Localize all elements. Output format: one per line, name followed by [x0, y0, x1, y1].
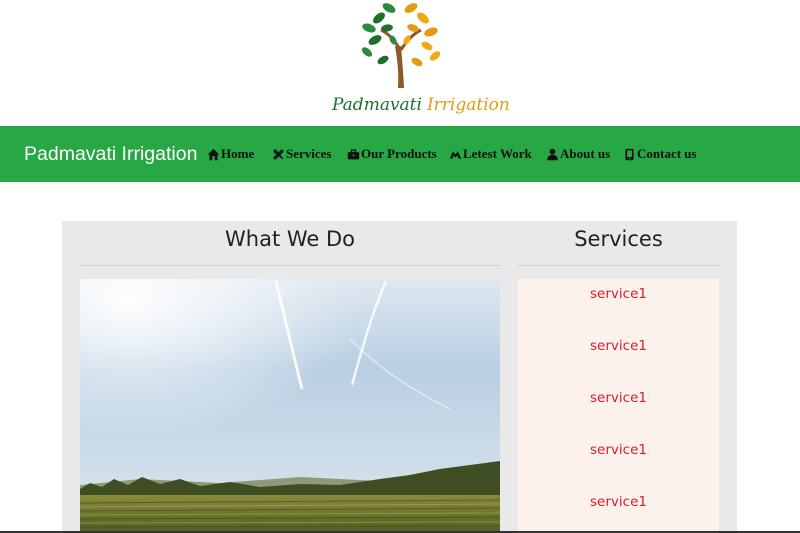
logo-word-padmavati: Padmavati [332, 95, 422, 115]
handshake-icon [449, 150, 462, 159]
nav-item-our-products-label: Our Products [361, 146, 437, 161]
service-link-2[interactable]: service1 [518, 336, 719, 356]
tree-logo-icon [361, 3, 441, 88]
nav-item-services-label: Services [286, 146, 332, 161]
what-we-do-divider [80, 265, 500, 266]
nav-item-contact-us-label: Contact us [637, 146, 697, 161]
tools-icon [273, 149, 284, 159]
nav-item-letest-work-label: Letest Work [463, 146, 532, 161]
nav-item-letest-work[interactable]: Letest Work [449, 126, 532, 182]
services-list: service1 service1 service1 service1 serv… [518, 279, 719, 533]
nav-item-contact-us[interactable]: Contact us [623, 126, 697, 182]
nav-item-home[interactable]: Home [207, 126, 254, 182]
nav-item-home-label: Home [221, 146, 255, 161]
nav-item-about-us[interactable]: About us [546, 126, 610, 182]
service-link-5[interactable]: service1 [518, 492, 719, 512]
user-icon [547, 148, 558, 160]
home-icon [207, 148, 220, 160]
what-we-do-heading: What We Do [225, 227, 355, 251]
service-link-3[interactable]: service1 [518, 388, 719, 408]
briefcase-icon [347, 148, 360, 159]
nav-item-about-us-label: About us [560, 146, 611, 161]
phone-icon [625, 148, 634, 160]
logo-header: Padmavati Irrigation [0, 0, 800, 126]
nav-item-services[interactable]: Services [272, 126, 331, 182]
service-link-1[interactable]: service1 [518, 284, 719, 304]
farm-field-image [80, 279, 500, 533]
navbar: Padmavati Irrigation Home Services Our P… [0, 126, 800, 182]
navbar-brand[interactable]: Padmavati Irrigation [24, 126, 197, 182]
nav-item-our-products[interactable]: Our Products [347, 126, 437, 182]
services-heading: Services [574, 227, 663, 251]
services-divider [518, 265, 719, 266]
logo-word-irrigation: Irrigation [426, 95, 510, 115]
service-link-4[interactable]: service1 [518, 440, 719, 460]
logo-wordmark: Padmavati Irrigation [332, 94, 510, 116]
